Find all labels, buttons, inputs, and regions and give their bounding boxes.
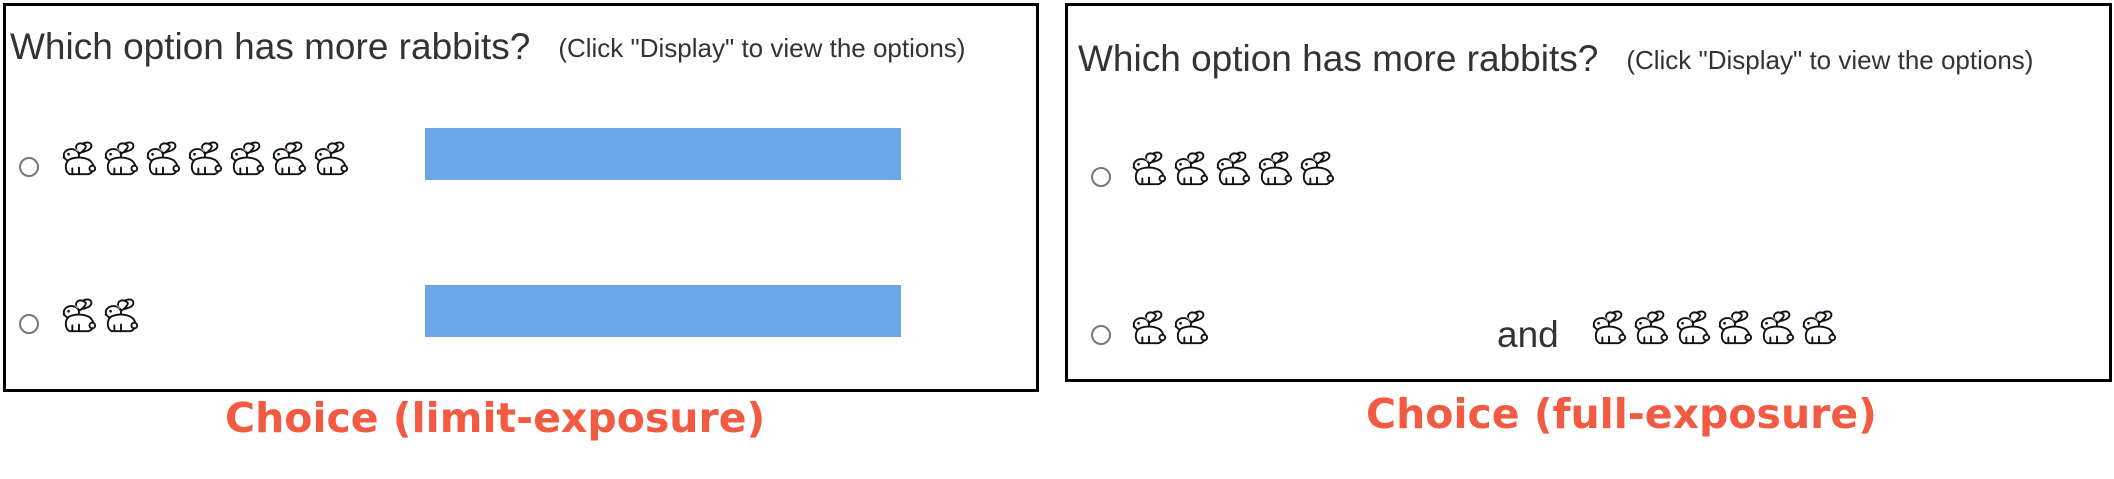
rabbit-icon (1632, 309, 1670, 347)
limit-exposure-panel: Which option has more rabbits? (Click "Di… (3, 3, 1039, 392)
rabbit-icon (1172, 309, 1210, 347)
full-exposure-panel: Which option has more rabbits? (Click "Di… (1065, 3, 2112, 382)
option-2-cover-bar[interactable] (425, 285, 901, 337)
option-2-radio[interactable] (19, 314, 39, 334)
rabbit-icon (1130, 150, 1168, 188)
rabbit-icon (60, 140, 98, 178)
option-2-rabbits (60, 297, 140, 335)
rabbit-icon (1214, 150, 1252, 188)
rabbit-icon (102, 140, 140, 178)
and-label: and (1497, 314, 1559, 355)
rabbit-icon (1130, 309, 1168, 347)
question-hint: (Click "Display" to view the options) (558, 33, 966, 63)
rabbit-icon (1172, 150, 1210, 188)
rabbit-icon (1674, 309, 1712, 347)
figure: Which option has more rabbits? (Click "Di… (0, 0, 2114, 479)
limit-exposure-caption: Choice (limit-exposure) (225, 394, 766, 442)
rabbit-icon (1716, 309, 1754, 347)
option-1-rabbits (1130, 150, 1336, 188)
rabbit-icon (1256, 150, 1294, 188)
rabbit-icon (1590, 309, 1628, 347)
rabbit-icon (1758, 309, 1796, 347)
option-1-radio[interactable] (19, 157, 39, 177)
question-hint: (Click "Display" to view the options) (1626, 45, 2034, 75)
option-1-radio[interactable] (1091, 167, 1111, 187)
rabbit-icon (102, 297, 140, 335)
rabbit-icon (186, 140, 224, 178)
question-title: Which option has more rabbits? (10, 26, 531, 67)
question-title: Which option has more rabbits? (1078, 38, 1599, 79)
full-exposure-caption: Choice (full-exposure) (1366, 390, 1877, 438)
rabbit-icon (228, 140, 266, 178)
rabbit-icon (1298, 150, 1336, 188)
option-2-extra-rabbits (1590, 309, 1838, 347)
rabbit-icon (144, 140, 182, 178)
rabbit-icon (1800, 309, 1838, 347)
option-2-rabbits (1130, 309, 1210, 347)
option-1-cover-bar[interactable] (425, 128, 901, 180)
option-2-radio[interactable] (1091, 325, 1111, 345)
rabbit-icon (60, 297, 98, 335)
rabbit-icon (270, 140, 308, 178)
question-text: Which option has more rabbits? (Click "Di… (10, 26, 965, 68)
option-1-rabbits (60, 140, 350, 178)
question-text: Which option has more rabbits? (Click "Di… (1078, 38, 2033, 80)
rabbit-icon (312, 140, 350, 178)
